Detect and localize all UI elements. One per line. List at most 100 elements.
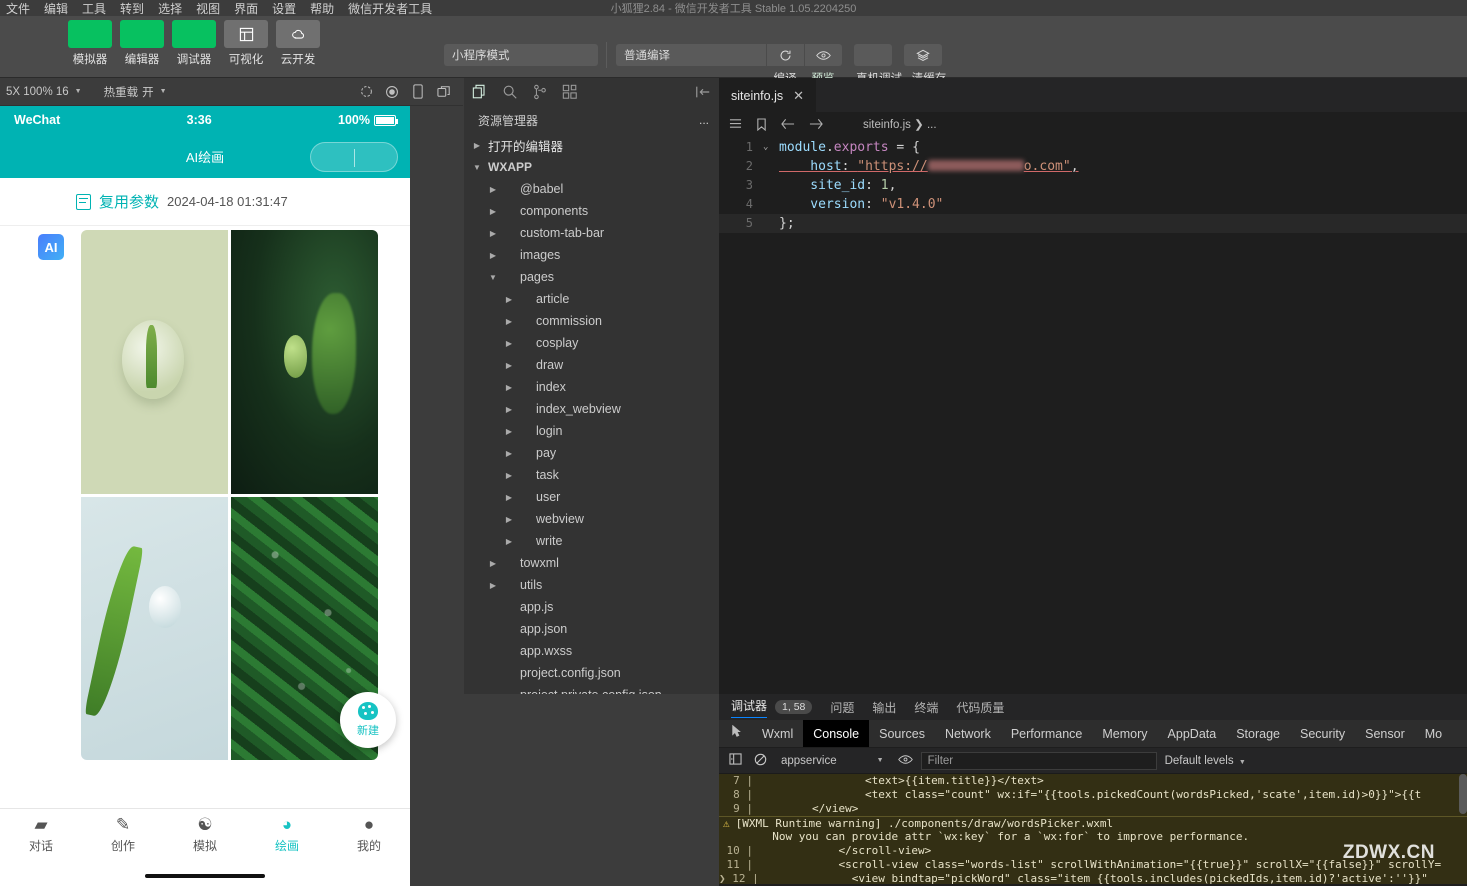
- window-icon[interactable]: [431, 82, 457, 102]
- menu-item-9[interactable]: 微信开发者工具: [348, 0, 432, 16]
- code-line[interactable]: 5};: [719, 214, 1467, 233]
- chevron-right-icon[interactable]: ▶: [502, 449, 516, 458]
- chevron-right-icon[interactable]: ▶: [502, 405, 516, 414]
- chevron-right-icon[interactable]: ▶: [470, 141, 484, 150]
- console-filter-input[interactable]: Filter: [921, 752, 1157, 770]
- chevron-down-icon[interactable]: ▼: [470, 163, 484, 172]
- file-tree-folder[interactable]: ▶utils: [464, 574, 719, 596]
- menu-item-6[interactable]: 界面: [234, 0, 258, 16]
- debugger-tab-bar[interactable]: 调试器1, 58问题输出终端代码质量: [719, 694, 1467, 720]
- outline-icon[interactable]: [729, 118, 742, 130]
- devtools-tab-Network[interactable]: Network: [935, 720, 1001, 748]
- sim-tab-绘画[interactable]: ◕绘画: [246, 815, 328, 854]
- chevron-right-icon[interactable]: ▶: [502, 295, 516, 304]
- console-line[interactable]: 11 | <scroll-view class="words-list" scr…: [719, 858, 1467, 872]
- editor-tab-siteinfo[interactable]: siteinfo.js ✕: [719, 78, 817, 112]
- editor-tab-bar[interactable]: siteinfo.js ✕: [719, 78, 1467, 112]
- menu-item-8[interactable]: 帮助: [310, 0, 334, 16]
- close-icon[interactable]: ✕: [793, 88, 804, 104]
- device-select[interactable]: 5X 100% 16 ▼: [6, 86, 82, 98]
- code-line[interactable]: 2 host: "https://o.com",: [719, 157, 1467, 176]
- compile-group[interactable]: 普通编译: [616, 44, 942, 66]
- file-tree-folder[interactable]: ▶pay: [464, 442, 719, 464]
- device-icon[interactable]: [405, 82, 431, 102]
- chevron-right-icon[interactable]: ▶: [502, 493, 516, 502]
- chevron-right-icon[interactable]: ▶: [502, 471, 516, 480]
- console-line[interactable]: 9 | </view>: [719, 802, 1467, 816]
- chevron-right-icon[interactable]: ▶: [502, 537, 516, 546]
- file-tree-folder[interactable]: ▶images: [464, 244, 719, 266]
- file-tree-file[interactable]: ▶project.config.json: [464, 662, 719, 684]
- menu-item-1[interactable]: 编辑: [44, 0, 68, 16]
- debugger-tab-终端[interactable]: 终端: [914, 699, 938, 716]
- chevron-right-icon[interactable]: ▶: [502, 383, 516, 392]
- debugger-tab-输出[interactable]: 输出: [872, 699, 896, 716]
- debugger-tab-代码质量[interactable]: 代码质量: [956, 699, 1004, 716]
- console-output[interactable]: 7 | <text>{{item.title}}</text>8 | <text…: [719, 774, 1467, 884]
- clear-cache-button[interactable]: [904, 44, 942, 66]
- file-tree-folder[interactable]: ▶index_webview: [464, 398, 719, 420]
- toolbar-toggle-group[interactable]: 模拟器编辑器调试器可视化云开发: [68, 20, 320, 67]
- file-tree-folder[interactable]: ▶write: [464, 530, 719, 552]
- bookmark-icon[interactable]: [756, 118, 767, 131]
- menu-item-4[interactable]: 选择: [158, 0, 182, 16]
- code-line[interactable]: 1⌄module.exports = {: [719, 138, 1467, 157]
- toolbar-editor[interactable]: 编辑器: [120, 20, 164, 67]
- console-scrollbar[interactable]: [1459, 774, 1467, 814]
- generated-image-3[interactable]: [81, 497, 228, 761]
- more-actions-icon[interactable]: ...: [699, 113, 709, 127]
- chevron-right-icon[interactable]: ▶: [486, 559, 500, 568]
- chevron-right-icon[interactable]: ▶: [486, 207, 500, 216]
- file-tree-folder[interactable]: ▶index: [464, 376, 719, 398]
- fold-icon[interactable]: [763, 195, 779, 214]
- clear-console-icon[interactable]: [754, 753, 767, 769]
- sim-tab-对话[interactable]: ▰对话: [0, 815, 82, 854]
- record-icon[interactable]: [379, 82, 405, 102]
- generated-image-1[interactable]: [81, 230, 228, 494]
- sidebar-icon[interactable]: [725, 747, 746, 775]
- search-icon[interactable]: [502, 84, 518, 100]
- devtools-tab-Console[interactable]: Console: [803, 720, 869, 748]
- activity-bar[interactable]: [464, 78, 719, 106]
- file-tree-folder[interactable]: ▶cosplay: [464, 332, 719, 354]
- console-line[interactable]: Now you can provide attr `wx:key` for a …: [719, 830, 1467, 844]
- fold-icon[interactable]: [763, 176, 779, 195]
- sim-tab-我的[interactable]: ●我的: [328, 815, 410, 854]
- file-tree-folder[interactable]: ▶task: [464, 464, 719, 486]
- file-tree-folder[interactable]: ▶article: [464, 288, 719, 310]
- devtools-tab-AppData[interactable]: AppData: [1158, 720, 1227, 748]
- console-line[interactable]: 10 | </scroll-view>: [719, 844, 1467, 858]
- file-tree-file[interactable]: ▶app.wxss: [464, 640, 719, 662]
- chevron-right-icon[interactable]: ▶: [502, 317, 516, 326]
- toolbar-visual[interactable]: 可视化: [224, 20, 268, 67]
- file-tree-folder[interactable]: ▶login: [464, 420, 719, 442]
- real-device-debug-button[interactable]: [854, 44, 892, 66]
- extensions-icon[interactable]: [562, 84, 578, 100]
- toolbar-simulator[interactable]: 模拟器: [68, 20, 112, 67]
- chevron-right-icon[interactable]: ▶: [486, 185, 500, 194]
- devtools-tab-Wxml[interactable]: Wxml: [752, 720, 803, 748]
- chevron-right-icon[interactable]: ▶: [486, 581, 500, 590]
- generated-image-grid[interactable]: [81, 230, 378, 760]
- code-line[interactable]: 3 site_id: 1,: [719, 176, 1467, 195]
- sim-tab-创作[interactable]: ✎创作: [82, 815, 164, 854]
- mode-select[interactable]: 小程序模式: [444, 44, 598, 66]
- file-tree-file[interactable]: ▶app.js: [464, 596, 719, 618]
- fold-icon[interactable]: [763, 157, 779, 176]
- debugger-tab-问题[interactable]: 问题: [830, 699, 854, 716]
- code-content[interactable]: 1⌄module.exports = {2 host: "https://o.c…: [719, 136, 1467, 233]
- file-tree-file[interactable]: ▶app.json: [464, 618, 719, 640]
- collapse-panel-icon[interactable]: [695, 85, 711, 99]
- console-context-select[interactable]: appservice ▼: [775, 755, 890, 767]
- fold-icon[interactable]: ⌄: [763, 138, 779, 157]
- devtools-tab-Mo[interactable]: Mo: [1415, 720, 1452, 748]
- devtools-tab-Security[interactable]: Security: [1290, 720, 1355, 748]
- menu-item-3[interactable]: 转到: [120, 0, 144, 16]
- console-line[interactable]: 7 | <text>{{item.title}}</text>: [719, 774, 1467, 788]
- compile-button[interactable]: [766, 44, 804, 66]
- reuse-params-row[interactable]: 复用参数 2024-04-18 01:31:47: [0, 178, 410, 226]
- toolbar-debugger[interactable]: 调试器: [172, 20, 216, 67]
- inspect-element-icon[interactable]: [723, 720, 752, 748]
- file-tree-folder[interactable]: ▶custom-tab-bar: [464, 222, 719, 244]
- chevron-right-icon[interactable]: ▶: [486, 229, 500, 238]
